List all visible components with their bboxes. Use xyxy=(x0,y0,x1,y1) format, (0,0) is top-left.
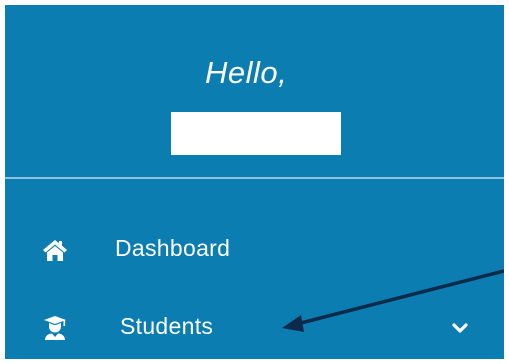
divider xyxy=(5,177,504,179)
user-name-redacted xyxy=(171,112,341,155)
graduate-icon xyxy=(42,315,68,341)
greeting-text: Hello, xyxy=(205,55,288,90)
sidebar: Hello, Dashboard Students xyxy=(5,5,504,359)
sidebar-item-label: Students xyxy=(120,313,214,339)
home-icon xyxy=(42,237,68,263)
user-greeting: Hello, xyxy=(5,5,504,177)
sidebar-item-students[interactable]: Students xyxy=(5,309,504,349)
chevron-down-icon[interactable] xyxy=(452,322,468,334)
sidebar-item-dashboard[interactable]: Dashboard xyxy=(5,231,504,271)
sidebar-item-label: Dashboard xyxy=(115,235,231,261)
